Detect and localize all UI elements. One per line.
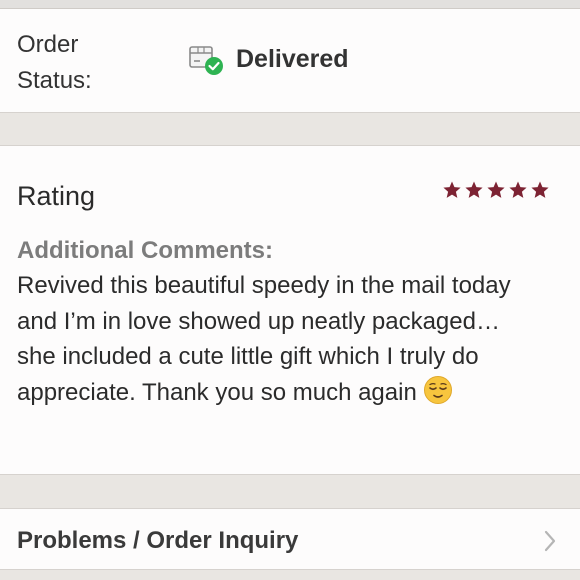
top-divider xyxy=(0,0,580,9)
star-icon xyxy=(443,181,461,198)
star-icon xyxy=(531,181,549,198)
order-status-value: Delivered xyxy=(188,41,349,77)
comments-heading: Additional Comments: xyxy=(17,237,273,264)
order-status-section: Order Status: Delivered xyxy=(0,9,580,113)
relieved-face-emoji-icon xyxy=(423,375,453,405)
rating-title: Rating xyxy=(17,181,96,211)
delivered-status-text: Delivered xyxy=(236,44,349,73)
star-icon xyxy=(487,181,505,198)
rating-section: Rating Additional Comments: Revived this… xyxy=(0,145,580,475)
order-inquiry-row[interactable]: Problems / Order Inquiry xyxy=(0,508,580,570)
bottom-divider xyxy=(0,571,580,580)
delivered-box-check-icon xyxy=(188,41,224,77)
order-inquiry-label[interactable]: Problems / Order Inquiry xyxy=(17,527,298,555)
chevron-right-icon[interactable] xyxy=(542,529,558,553)
star-rating xyxy=(442,180,550,200)
star-icon xyxy=(465,181,483,198)
star-icon xyxy=(509,181,527,198)
comments-text-block: Revived this beautiful speedy in the mai… xyxy=(17,268,537,410)
order-status-label: Order Status: xyxy=(17,31,92,94)
